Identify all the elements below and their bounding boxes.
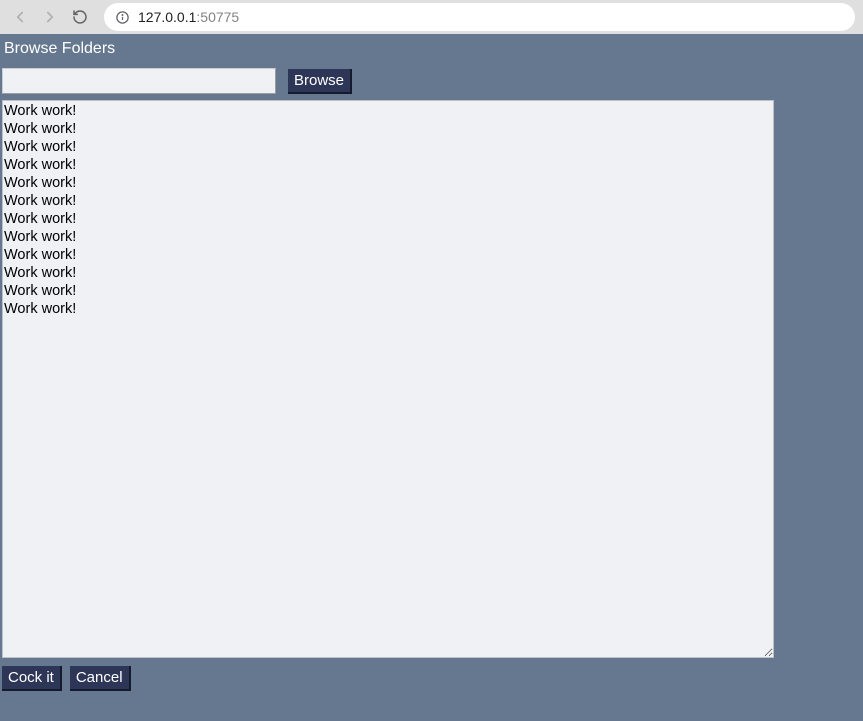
url-host: 127.0.0.1 xyxy=(138,9,196,25)
page-title: Browse Folders xyxy=(0,34,863,62)
bottom-button-row: Cock it Cancel xyxy=(0,658,863,693)
address-bar[interactable]: 127.0.0.1:50775 xyxy=(104,3,855,31)
reload-icon[interactable] xyxy=(68,5,92,29)
cancel-button[interactable]: Cancel xyxy=(70,666,131,691)
log-textarea[interactable] xyxy=(2,100,774,658)
textarea-wrap xyxy=(0,100,863,658)
back-icon[interactable] xyxy=(8,5,32,29)
cock-it-button[interactable]: Cock it xyxy=(2,666,62,691)
site-info-icon[interactable] xyxy=(114,9,130,25)
url-port: :50775 xyxy=(196,9,239,25)
forward-icon[interactable] xyxy=(38,5,62,29)
path-row: Browse xyxy=(0,62,863,100)
path-input[interactable] xyxy=(2,68,276,94)
browse-button[interactable]: Browse xyxy=(288,69,352,94)
browser-toolbar: 127.0.0.1:50775 xyxy=(0,0,863,34)
app-body: Browse Folders Browse Cock it Cancel xyxy=(0,34,863,721)
